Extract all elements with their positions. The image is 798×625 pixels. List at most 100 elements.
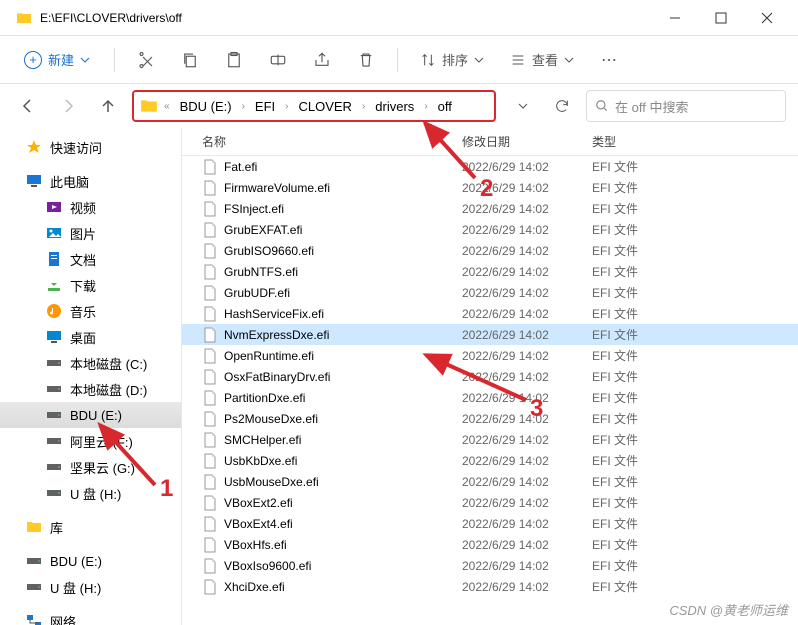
minimize-button[interactable] [652,2,698,34]
file-date: 2022/6/29 14:02 [462,454,592,468]
breadcrumb[interactable]: « BDU (E:) › EFI › CLOVER › drivers › of… [132,90,496,122]
navbar: « BDU (E:) › EFI › CLOVER › drivers › of… [0,84,798,128]
column-name[interactable]: 名称 [202,133,462,150]
file-row[interactable]: GrubUDF.efi2022/6/29 14:02EFI 文件 [182,282,798,303]
sidebar-item[interactable]: 坚果云 (G:) [0,454,181,480]
sidebar-item-this-pc[interactable]: 此电脑 [0,168,181,194]
sidebar-item[interactable]: 视频 [0,194,181,220]
back-button[interactable] [12,90,44,122]
view-button[interactable]: 查看 [500,42,584,78]
sidebar-item-libraries[interactable]: 库 [0,514,181,540]
forward-button[interactable] [52,90,84,122]
file-row[interactable]: PartitionDxe.efi2022/6/29 14:02EFI 文件 [182,387,798,408]
file-row[interactable]: UsbKbDxe.efi2022/6/29 14:02EFI 文件 [182,450,798,471]
file-row[interactable]: SMCHelper.efi2022/6/29 14:02EFI 文件 [182,429,798,450]
file-icon [202,432,218,448]
item-icon [46,303,62,319]
search-icon [595,99,609,113]
file-name: OpenRuntime.efi [224,349,462,363]
sidebar-item[interactable]: 本地磁盘 (C:) [0,350,181,376]
sidebar: 快速访问 此电脑 视频图片文档下载音乐桌面本地磁盘 (C:)本地磁盘 (D:)B… [0,128,182,625]
item-icon [46,329,62,345]
sort-button[interactable]: 排序 [410,42,494,78]
sidebar-item[interactable]: BDU (E:) [0,402,181,428]
file-name: VBoxHfs.efi [224,538,462,552]
file-row[interactable]: GrubISO9660.efi2022/6/29 14:02EFI 文件 [182,240,798,261]
file-name: GrubUDF.efi [224,286,462,300]
column-type[interactable]: 类型 [592,133,692,150]
breadcrumb-item[interactable]: CLOVER [294,97,355,116]
window-title: E:\EFI\CLOVER\drivers\off [40,11,652,25]
rename-button[interactable] [259,42,297,78]
file-row[interactable]: UsbMouseDxe.efi2022/6/29 14:02EFI 文件 [182,471,798,492]
refresh-button[interactable] [546,90,578,122]
file-row[interactable]: VBoxIso9600.efi2022/6/29 14:02EFI 文件 [182,555,798,576]
plus-icon: + [24,51,42,69]
column-headers[interactable]: 名称 修改日期 类型 [182,128,798,156]
search-input[interactable]: 在 off 中搜索 [586,90,786,122]
breadcrumb-dropdown[interactable] [508,91,538,121]
sidebar-item-quick-access[interactable]: 快速访问 [0,134,181,160]
up-button[interactable] [92,90,124,122]
share-button[interactable] [303,42,341,78]
file-row[interactable]: OpenRuntime.efi2022/6/29 14:02EFI 文件 [182,345,798,366]
sidebar-item[interactable]: 阿里云 (F:) [0,428,181,454]
item-icon [46,355,62,371]
file-date: 2022/6/29 14:02 [462,412,592,426]
file-icon [202,348,218,364]
file-icon [202,306,218,322]
sidebar-item[interactable]: 图片 [0,220,181,246]
watermark: CSDN @黄老师运维 [669,600,788,619]
file-icon [202,495,218,511]
maximize-button[interactable] [698,2,744,34]
close-button[interactable] [744,2,790,34]
file-row[interactable]: GrubNTFS.efi2022/6/29 14:02EFI 文件 [182,261,798,282]
breadcrumb-item[interactable]: BDU (E:) [176,97,236,116]
sidebar-item[interactable]: 音乐 [0,298,181,324]
breadcrumb-item[interactable]: drivers [371,97,418,116]
paste-button[interactable] [215,42,253,78]
item-icon [46,199,62,215]
cut-button[interactable] [127,42,165,78]
sidebar-item[interactable]: 本地磁盘 (D:) [0,376,181,402]
file-row[interactable]: GrubEXFAT.efi2022/6/29 14:02EFI 文件 [182,219,798,240]
file-date: 2022/6/29 14:02 [462,349,592,363]
item-icon [46,251,62,267]
file-row[interactable]: HashServiceFix.efi2022/6/29 14:02EFI 文件 [182,303,798,324]
sidebar-item[interactable]: 文档 [0,246,181,272]
copy-button[interactable] [171,42,209,78]
breadcrumb-item[interactable]: off [434,97,456,116]
new-button[interactable]: + 新建 [12,44,102,75]
sidebar-item[interactable]: U 盘 (H:) [0,480,181,506]
file-type: EFI 文件 [592,557,692,574]
new-label: 新建 [48,50,74,69]
file-type: EFI 文件 [592,158,692,175]
sidebar-item-drive[interactable]: U 盘 (H:) [0,574,181,600]
sidebar-item-drive[interactable]: BDU (E:) [0,548,181,574]
file-row[interactable]: Fat.efi2022/6/29 14:02EFI 文件 [182,156,798,177]
breadcrumb-item[interactable]: EFI [251,97,279,116]
file-name: GrubNTFS.efi [224,265,462,279]
file-row[interactable]: OsxFatBinaryDrv.efi2022/6/29 14:02EFI 文件 [182,366,798,387]
more-button[interactable]: ⋯ [590,42,628,78]
file-row[interactable]: Ps2MouseDxe.efi2022/6/29 14:02EFI 文件 [182,408,798,429]
file-name: GrubISO9660.efi [224,244,462,258]
delete-button[interactable] [347,42,385,78]
file-row[interactable]: VBoxHfs.efi2022/6/29 14:02EFI 文件 [182,534,798,555]
sidebar-item[interactable]: 下载 [0,272,181,298]
sidebar-item-network[interactable]: 网络 [0,608,181,625]
file-row[interactable]: VBoxExt4.efi2022/6/29 14:02EFI 文件 [182,513,798,534]
column-date[interactable]: 修改日期 [462,133,592,150]
drive-icon [26,579,42,595]
file-row[interactable]: XhciDxe.efi2022/6/29 14:02EFI 文件 [182,576,798,597]
file-icon [202,222,218,238]
chevron-right-icon: › [358,101,369,112]
toolbar: + 新建 排序 查看 ⋯ [0,36,798,84]
file-row[interactable]: NvmExpressDxe.efi2022/6/29 14:02EFI 文件 [182,324,798,345]
file-type: EFI 文件 [592,536,692,553]
sidebar-item[interactable]: 桌面 [0,324,181,350]
file-date: 2022/6/29 14:02 [462,244,592,258]
file-row[interactable]: VBoxExt2.efi2022/6/29 14:02EFI 文件 [182,492,798,513]
file-date: 2022/6/29 14:02 [462,202,592,216]
annotation-3: 3 [530,395,543,423]
